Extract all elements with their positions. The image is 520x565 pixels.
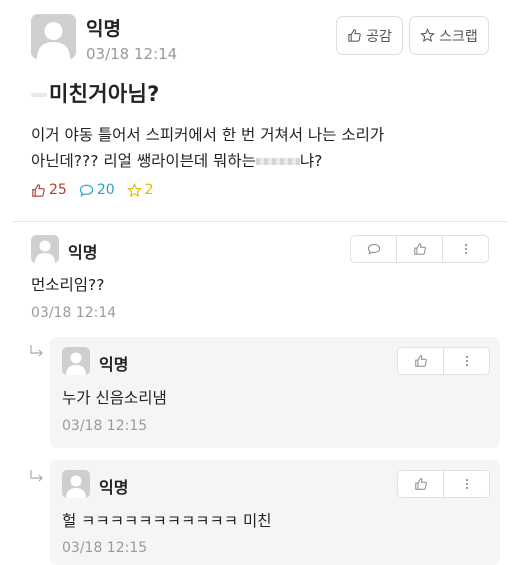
reply-arrow-icon bbox=[30, 345, 43, 357]
redacted-mark bbox=[31, 93, 47, 97]
default-user-icon bbox=[66, 352, 86, 375]
comment-count: 20 bbox=[79, 182, 115, 198]
redacted-mark bbox=[255, 158, 300, 165]
more-button[interactable] bbox=[443, 471, 489, 497]
reply-text: 헐 ㅋㅋㅋㅋㅋㅋㅋㅋㅋㅋㅋ 미친 bbox=[62, 512, 272, 530]
more-button[interactable] bbox=[442, 236, 488, 262]
like-count: 25 bbox=[31, 182, 67, 198]
like-button-label: 공감 bbox=[366, 28, 392, 45]
comment-author: 익명 bbox=[68, 243, 98, 262]
reply-avatar bbox=[62, 347, 90, 375]
star-icon bbox=[420, 28, 436, 42]
reply-item: 익명 누가 신음소리냄 03/18 12:15 bbox=[50, 337, 500, 448]
default-user-icon bbox=[37, 22, 70, 59]
reply-like-button[interactable] bbox=[398, 348, 443, 374]
post-body-line: 아닌데??? 리얼 쌩라이븐데 뭐하는 냐? bbox=[31, 152, 323, 170]
reply-actions bbox=[397, 347, 490, 375]
post-avatar bbox=[31, 14, 76, 59]
thumbs-up-icon bbox=[32, 183, 45, 197]
post-author: 익명 bbox=[86, 18, 121, 40]
thumbs-up-icon bbox=[413, 243, 426, 255]
reply-arrow-icon bbox=[30, 470, 43, 482]
post-time: 03/18 12:14 bbox=[86, 45, 178, 63]
reply-avatar bbox=[62, 470, 90, 498]
reply-button[interactable] bbox=[351, 236, 396, 262]
speech-bubble-icon bbox=[367, 244, 380, 255]
comment-like-button[interactable] bbox=[396, 236, 442, 262]
post-body-line: 이거 야동 틀어서 스피커에서 한 번 거쳐서 나는 소리가 bbox=[31, 126, 385, 144]
vertical-dots-icon bbox=[464, 244, 467, 254]
reply-text: 누가 신음소리냄 bbox=[62, 389, 167, 407]
thumbs-up-icon bbox=[414, 478, 427, 490]
post-title: 미친거아님? bbox=[31, 78, 160, 108]
vertical-dots-icon bbox=[465, 356, 468, 366]
reply-author: 익명 bbox=[99, 355, 129, 374]
vertical-dots-icon bbox=[465, 479, 468, 489]
reply-item: 익명 헐 ㅋㅋㅋㅋㅋㅋㅋㅋㅋㅋㅋ 미친 03/18 12:15 bbox=[50, 460, 500, 565]
like-button[interactable]: 공감 bbox=[336, 16, 403, 55]
star-icon bbox=[126, 182, 142, 197]
post-stats: 25 20 2 bbox=[31, 182, 154, 198]
speech-bubble-icon bbox=[79, 184, 93, 197]
reply-author: 익명 bbox=[99, 478, 129, 497]
comment-text: 먼소리임?? bbox=[31, 276, 105, 294]
thumbs-up-icon bbox=[414, 355, 427, 367]
thumbs-up-icon bbox=[348, 29, 361, 42]
comment-time: 03/18 12:14 bbox=[31, 305, 117, 321]
comment-actions bbox=[350, 235, 489, 263]
reply-like-button[interactable] bbox=[398, 471, 443, 497]
more-button[interactable] bbox=[443, 348, 489, 374]
divider bbox=[12, 221, 508, 222]
scrap-button[interactable]: 스크랩 bbox=[409, 16, 489, 55]
post-body: 이거 야동 틀어서 스피커에서 한 번 거쳐서 나는 소리가 아닌데??? 리얼… bbox=[31, 122, 501, 174]
scrap-button-label: 스크랩 bbox=[439, 28, 478, 45]
default-user-icon bbox=[66, 475, 86, 498]
comment-avatar bbox=[31, 235, 59, 263]
scrap-count: 2 bbox=[126, 182, 154, 198]
default-user-icon bbox=[35, 240, 55, 263]
reply-time: 03/18 12:15 bbox=[62, 540, 148, 556]
reply-actions bbox=[397, 470, 490, 498]
reply-time: 03/18 12:15 bbox=[62, 418, 148, 434]
